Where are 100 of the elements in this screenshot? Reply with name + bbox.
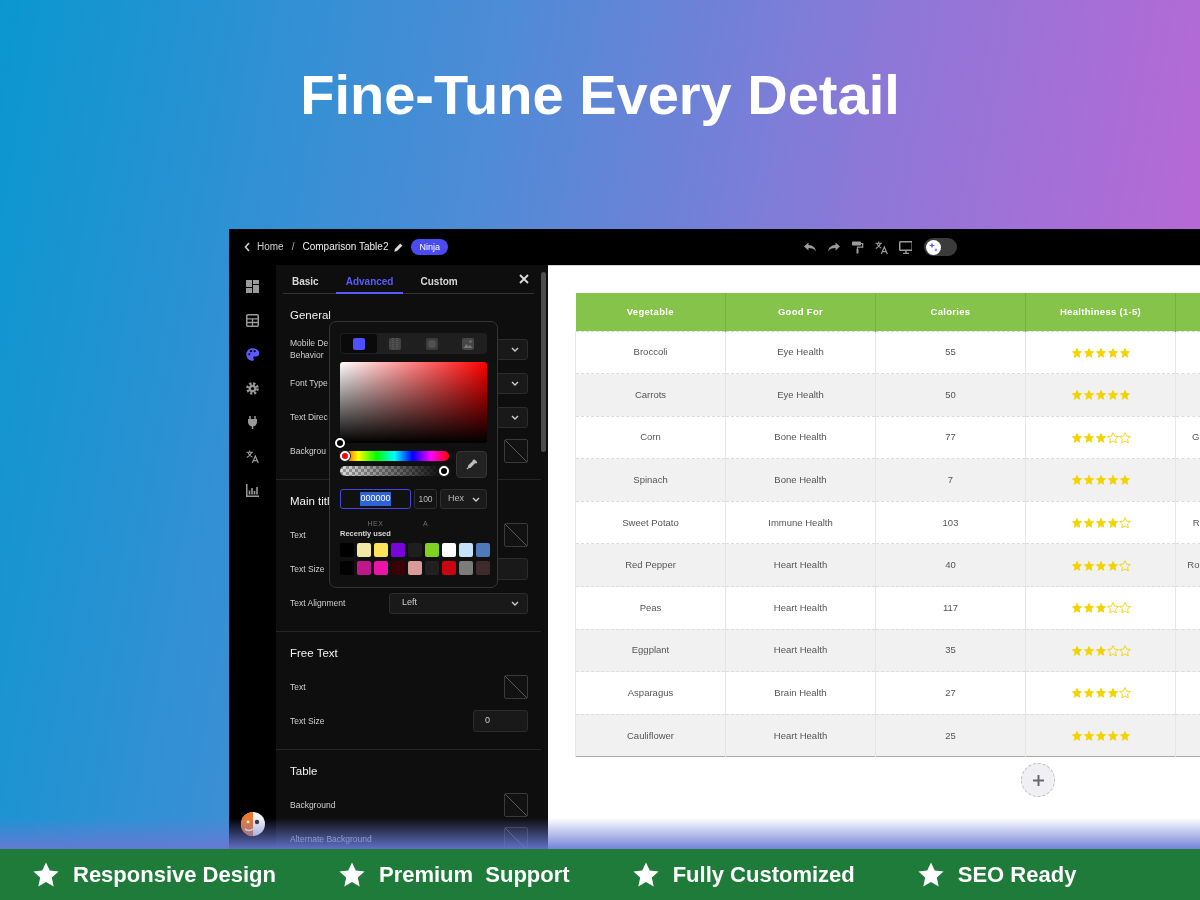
star-icon bbox=[1118, 517, 1131, 530]
section-title: Main titl bbox=[290, 494, 330, 508]
sparkle-icon bbox=[925, 239, 941, 255]
number-input[interactable]: 0 bbox=[473, 710, 528, 732]
chevron-left-icon bbox=[244, 242, 250, 252]
star-icon bbox=[1118, 687, 1131, 700]
pencil-icon[interactable] bbox=[394, 242, 404, 252]
add-row-button[interactable] bbox=[1021, 763, 1055, 798]
feature-label: Fully Customized bbox=[672, 861, 855, 888]
gear-icon[interactable] bbox=[246, 382, 259, 395]
star-icon bbox=[1082, 687, 1095, 700]
star-icon bbox=[1118, 730, 1131, 742]
monitor-icon[interactable] bbox=[899, 240, 912, 254]
dropdown-field[interactable]: Left bbox=[389, 592, 528, 614]
saturation-area[interactable] bbox=[340, 362, 487, 443]
color-swatch[interactable] bbox=[357, 543, 371, 557]
color-swatch[interactable] bbox=[504, 827, 528, 849]
plus-icon bbox=[1032, 774, 1044, 786]
color-swatch[interactable] bbox=[476, 543, 490, 557]
table-cell: Broccoli bbox=[575, 331, 726, 374]
star-icon bbox=[1106, 389, 1119, 402]
table-cell: Spinach bbox=[575, 458, 726, 502]
feature-label: Responsive Design bbox=[73, 861, 276, 888]
translate-icon[interactable] bbox=[246, 450, 259, 463]
field-label: Text Size bbox=[290, 563, 325, 575]
hue-slider[interactable] bbox=[340, 451, 449, 461]
ai-toggle[interactable] bbox=[924, 238, 957, 256]
star-icon bbox=[1082, 559, 1095, 572]
color-swatch[interactable] bbox=[459, 561, 473, 575]
column-header: Vegetable bbox=[575, 293, 726, 331]
field-label: Mobile De Behavior bbox=[290, 337, 329, 361]
close-icon[interactable] bbox=[519, 274, 529, 284]
color-swatch[interactable] bbox=[442, 543, 456, 557]
color-swatch[interactable] bbox=[374, 561, 388, 575]
chevron-down-icon bbox=[472, 496, 480, 502]
back-link[interactable]: Home bbox=[244, 241, 284, 253]
star-icon bbox=[1106, 559, 1119, 572]
color-swatch[interactable] bbox=[504, 793, 528, 817]
panel-tab[interactable]: Basic bbox=[282, 276, 329, 294]
star-icon bbox=[1082, 517, 1095, 530]
alpha-input[interactable]: 100 bbox=[414, 489, 437, 509]
color-swatch[interactable] bbox=[391, 561, 405, 575]
translate-icon[interactable] bbox=[875, 240, 888, 254]
palette-icon[interactable] bbox=[246, 348, 259, 361]
slider-thumb[interactable] bbox=[439, 466, 449, 476]
table-cell: Heart Health bbox=[725, 543, 876, 587]
format-dropdown[interactable]: Hex bbox=[440, 489, 487, 509]
star-icon bbox=[1094, 517, 1107, 530]
star-icon bbox=[1106, 474, 1119, 487]
avatar-icon[interactable] bbox=[240, 812, 265, 836]
panel-tab[interactable]: Advanced bbox=[335, 276, 404, 294]
table-cell: Immune Health bbox=[725, 501, 876, 544]
color-swatch[interactable] bbox=[504, 675, 528, 699]
color-swatch[interactable] bbox=[425, 543, 439, 557]
scrollbar-thumb[interactable] bbox=[541, 272, 546, 452]
color-swatch[interactable] bbox=[504, 523, 528, 547]
color-swatch[interactable] bbox=[408, 561, 422, 575]
eyedropper-button[interactable] bbox=[456, 451, 487, 478]
redo-icon[interactable] bbox=[827, 240, 840, 254]
star-icon bbox=[1070, 431, 1083, 444]
field-label: Text bbox=[290, 681, 306, 693]
table-cell: 7 bbox=[875, 458, 1026, 502]
page-heading: Fine-Tune Every Detail bbox=[300, 64, 900, 126]
hex-input[interactable]: 000000 bbox=[340, 489, 411, 509]
field-label: Font Type bbox=[290, 377, 328, 389]
star-icon bbox=[337, 860, 366, 889]
star-icon bbox=[1082, 474, 1095, 487]
dashboard-icon[interactable] bbox=[246, 280, 259, 293]
color-swatch[interactable] bbox=[442, 561, 456, 575]
plug-icon[interactable] bbox=[246, 416, 259, 429]
paint-roller-icon[interactable] bbox=[851, 240, 864, 254]
picker-handle[interactable] bbox=[335, 438, 345, 448]
star-icon bbox=[1094, 474, 1107, 487]
color-swatch[interactable] bbox=[374, 543, 388, 557]
star-icon bbox=[1118, 431, 1131, 444]
table-cell: 50 bbox=[875, 373, 1026, 417]
color-swatch[interactable] bbox=[504, 439, 528, 463]
field-label: Backgrou bbox=[290, 445, 326, 457]
color-swatch[interactable] bbox=[476, 561, 490, 575]
star-icon bbox=[1070, 687, 1083, 700]
table-cell: 77 bbox=[875, 416, 1026, 459]
table-cell: 103 bbox=[875, 501, 1026, 544]
color-swatch[interactable] bbox=[459, 543, 473, 557]
slider-thumb[interactable] bbox=[340, 451, 350, 461]
star-icon bbox=[1094, 431, 1107, 444]
chart-icon[interactable] bbox=[246, 484, 259, 497]
color-swatch[interactable] bbox=[357, 561, 371, 575]
opacity-slider[interactable] bbox=[340, 466, 449, 476]
field-label: Text Size bbox=[290, 715, 325, 727]
star-icon bbox=[1106, 644, 1119, 657]
undo-icon[interactable] bbox=[803, 240, 816, 254]
table-cell: Eye Health bbox=[725, 373, 876, 417]
mode-tab[interactable] bbox=[341, 334, 378, 353]
table-cell: Brain Health bbox=[725, 671, 876, 715]
color-swatch[interactable] bbox=[391, 543, 405, 557]
panel-tab[interactable]: Custom bbox=[410, 276, 468, 294]
table-cell: Peas bbox=[575, 586, 726, 630]
table-cell: 55 bbox=[875, 331, 1026, 374]
table-icon[interactable] bbox=[246, 314, 259, 327]
solid-color-icon bbox=[353, 337, 366, 350]
